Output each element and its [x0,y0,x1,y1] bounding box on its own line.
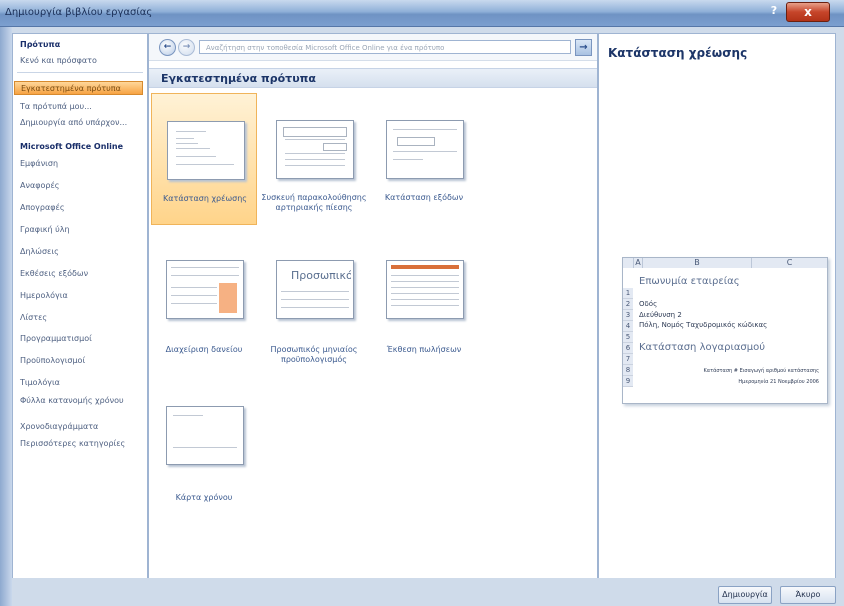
window-frame [0,27,12,606]
close-button[interactable]: x [786,2,830,22]
statement-number-label: Κατάσταση # [703,368,738,374]
row-number: 8 [623,365,633,376]
navigation-bar: ← → Αναζήτηση στην τοποθεσία Microsoft O… [149,34,597,61]
template-label: Κάρτα χρόνου [175,493,233,502]
template-label: Έκθεση πωλήσεων [386,345,462,354]
row-number: 7 [623,354,633,365]
sidebar-item-installed-templates[interactable]: Εγκατεστημένα πρότυπα [14,81,143,95]
sidebar-item-category[interactable]: Λίστες [20,313,144,323]
sidebar-item-category[interactable]: Φύλλα κατανομής χρόνου [20,396,144,406]
sidebar-item-blank-recent[interactable]: Κενό και πρόσφατο [20,56,144,66]
sidebar-item-new-from-existing[interactable]: Δημιουργία από υπάρχον... [20,118,144,128]
template-label: Διαχείριση δανείου [165,345,243,354]
template-tile-expense-statement[interactable]: Κατάσταση εξόδων [371,93,477,225]
sidebar-item-category[interactable]: Ημερολόγια [20,291,144,301]
statement-number-value: Εισαγωγή αριθμού κατάστασης [739,368,819,374]
document-title: Κατάσταση λογαριασμού [639,342,766,353]
row-number: 3 [623,310,633,321]
sidebar-item-more-categories[interactable]: Περισσότερες κατηγορίες [20,439,144,449]
template-preview-panel: Κατάσταση χρέωσης A B C 1 2 3 4 5 6 7 8 … [598,33,836,579]
cancel-button[interactable]: Άκυρο [780,586,836,604]
sidebar-item-category[interactable]: Τιμολόγια [20,378,144,388]
template-tile-billing-statement[interactable]: Κατάσταση χρέωσης [151,93,257,225]
sidebar-divider [17,72,143,73]
date-label: Ημερομηνία [738,379,769,385]
sidebar-item-category[interactable]: Προϋπολογισμοί [20,356,144,366]
template-search-input[interactable]: Αναζήτηση στην τοποθεσία Microsoft Offic… [199,40,571,54]
sidebar-item-category[interactable]: Εμφάνιση [20,159,144,169]
thumbnail-caption: Προσωπικός μη [291,269,351,282]
sidebar-item-category[interactable]: Δηλώσεις [20,247,144,257]
column-header: A [634,258,643,268]
column-header: B [643,258,752,268]
section-title: Εγκατεστημένα πρότυπα [149,68,597,88]
address-line-2: Διεύθυνση 2 [639,311,682,319]
date-value: 21 Νοεμβρίου 2006 [770,379,819,385]
template-label: Προσωπικός μηνιαίος προϋπολογισμός [270,345,358,364]
sidebar-item-category[interactable]: Γραφική ύλη [20,225,144,235]
row-number: 9 [623,376,633,387]
template-thumbnail [386,120,464,179]
preview-title: Κατάσταση χρέωσης [608,46,748,60]
statement-date-row: Ημερομηνία 21 Νοεμβρίου 2006 [738,379,819,385]
row-number: 6 [623,343,633,354]
city-line: Πόλη, Νομός Ταχυδρομικός κώδικας [639,321,768,329]
street-line: Οδός [639,300,658,308]
back-arrow-icon[interactable]: ← [159,39,176,56]
sidebar-item-category[interactable]: Αναφορές [20,181,144,191]
search-go-arrow-icon[interactable]: → [575,39,592,56]
template-thumbnail [386,260,464,319]
template-thumbnail [167,121,245,180]
preview-sheet: A B C 1 2 3 4 5 6 7 8 9 Επωνυμία εταιρεί… [622,257,828,404]
template-thumbnail [166,406,244,465]
company-name: Επωνυμία εταιρείας [639,276,740,287]
templates-panel: ← → Αναζήτηση στην τοποθεσία Microsoft O… [148,33,598,579]
template-categories-sidebar: Πρότυπα Κενό και πρόσφατο Εγκατεστημένα … [12,33,148,579]
forward-arrow-icon[interactable]: → [178,39,195,56]
sidebar-heading-office-online: Microsoft Office Online [20,142,124,151]
template-thumbnail: Προσωπικός μη [276,260,354,319]
template-thumbnail [166,260,244,319]
sidebar-item-category[interactable]: Χρονοδιαγράμματα [20,422,144,432]
template-thumbnail [276,120,354,179]
template-label: Κατάσταση χρέωσης [162,194,247,203]
sidebar-item-category[interactable]: Προγραμματισμοί [20,334,144,344]
template-tile-blood-pressure-tracker[interactable]: Συσκευή παρακολούθησης αρτηριακής πίεσης [261,93,367,225]
help-icon[interactable]: ? [765,4,783,18]
sidebar-item-my-templates[interactable]: Τα πρότυπά μου... [20,102,144,112]
template-tile-sales-report[interactable]: Έκθεση πωλήσεων [371,233,477,365]
sidebar-item-category[interactable]: Απογραφές [20,203,144,213]
statement-number-row: Κατάσταση # Εισαγωγή αριθμού κατάστασης [704,368,820,374]
title-bar: Δημιουργία βιβλίου εργασίας ? x [0,0,844,27]
row-number: 1 [623,288,633,299]
template-tile-loan-amortization[interactable]: Διαχείριση δανείου [151,233,257,365]
row-number: 4 [623,321,633,332]
create-button[interactable]: Δημιουργία [718,586,772,604]
template-label: Κατάσταση εξόδων [384,193,464,202]
sidebar-heading-templates: Πρότυπα [20,40,61,49]
sidebar-item-category[interactable]: Εκθέσεις εξόδων [20,269,144,279]
row-number: 2 [623,299,633,310]
template-label: Συσκευή παρακολούθησης αρτηριακής πίεσης [261,193,367,212]
column-header: C [752,258,827,268]
template-tile-personal-monthly-budget[interactable]: Προσωπικός μη Προσωπικός μηνιαίος προϋπο… [261,233,367,365]
row-number: 5 [623,332,633,343]
window-title: Δημιουργία βιβλίου εργασίας [5,7,153,18]
template-tile-time-card[interactable]: Κάρτα χρόνου [151,379,257,511]
select-all-corner [623,258,634,268]
